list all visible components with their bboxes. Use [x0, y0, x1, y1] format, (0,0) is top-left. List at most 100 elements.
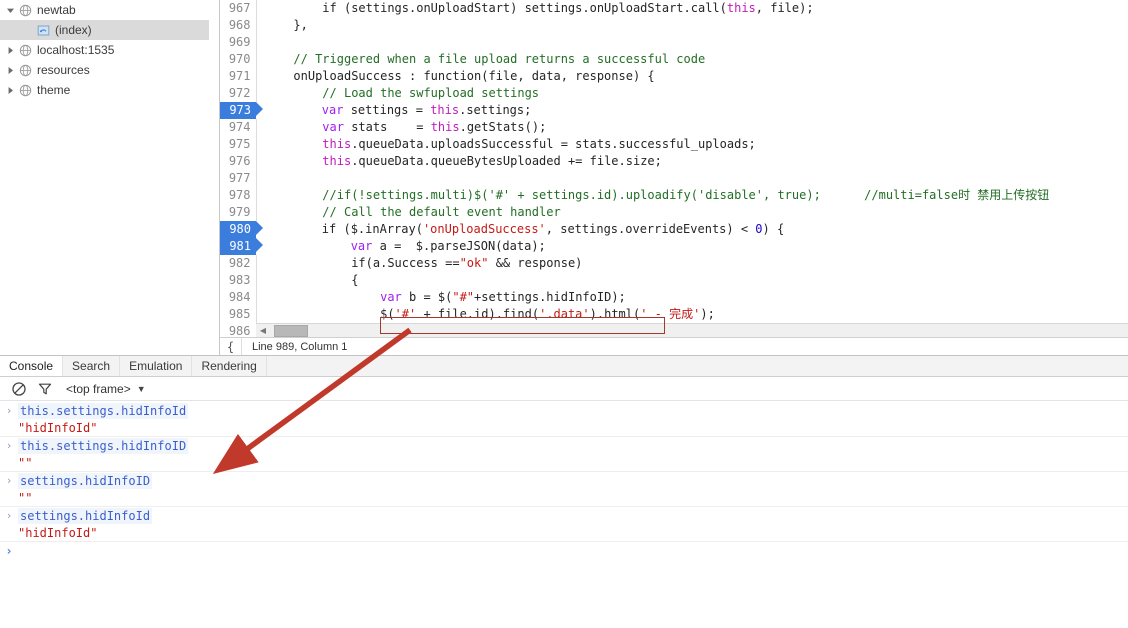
console-expression: settings.hidInfoId [18, 508, 153, 524]
drawer-tab-rendering[interactable]: Rendering [192, 356, 267, 376]
line-number[interactable]: 968 [220, 17, 257, 34]
console-input-row[interactable]: › settings.hidInfoID [0, 472, 1128, 490]
breakpoint-marker[interactable]: 980 [220, 221, 263, 238]
code-text[interactable]: this.queueData.queueBytesUploaded += fil… [256, 153, 1128, 170]
code-line: 969 [220, 34, 1128, 51]
disclosure-triangle-icon[interactable] [4, 84, 16, 96]
code-line: 980 if ($.inArray('onUploadSuccess', set… [220, 221, 1128, 238]
editor-status-bar: { } Line 989, Column 1 [220, 337, 1128, 355]
code-text[interactable]: if(a.Success =="ok" && response) [256, 255, 1128, 272]
code-line: 983 { [220, 272, 1128, 289]
drawer-tab-console[interactable]: Console [0, 356, 64, 376]
chevron-down-icon: ▼ [136, 383, 146, 394]
line-number[interactable]: 967 [220, 0, 257, 17]
code-editor[interactable]: 967 if (settings.onUploadStart) settings… [220, 0, 1128, 355]
console-expression: this.settings.hidInfoId [18, 403, 189, 419]
code-line: 984 var b = $("#"+settings.hidInfoID); [220, 289, 1128, 306]
tree-item-label: newtab [37, 3, 76, 17]
scrollbar-thumb[interactable] [274, 324, 308, 337]
code-text[interactable]: this.queueData.uploadsSuccessful = stats… [256, 136, 1128, 153]
tree-item-resources[interactable]: resources [0, 60, 219, 80]
globe-icon [18, 3, 32, 17]
tree-item-newtab[interactable]: newtab [0, 0, 219, 20]
breakpoint-marker[interactable]: 981 [220, 238, 263, 255]
line-number[interactable]: 974 [220, 119, 257, 136]
globe-icon [18, 43, 32, 57]
line-number[interactable]: 982 [220, 255, 257, 272]
navigator-sidebar[interactable]: newtab (index) localhost:1535 resources them… [0, 0, 220, 355]
code-line: 967 if (settings.onUploadStart) settings… [220, 0, 1128, 17]
console-input-row[interactable]: › this.settings.hidInfoId [0, 402, 1128, 420]
frame-label: <top frame> [66, 381, 131, 396]
disclosure-triangle-icon[interactable] [4, 64, 16, 76]
console-message-list[interactable]: › this.settings.hidInfoId "hidInfoId" › this… [0, 402, 1128, 628]
tree-item-label: localhost:1535 [37, 43, 115, 57]
globe-icon [18, 83, 32, 97]
code-text[interactable]: var stats = this.getStats(); [256, 119, 1128, 136]
line-number[interactable]: 970 [220, 51, 257, 68]
code-scroll-area[interactable]: 967 if (settings.onUploadStart) settings… [220, 0, 1128, 337]
console-output-value: "hidInfoId" [18, 421, 98, 435]
breakpoint-marker[interactable]: 973 [220, 102, 263, 119]
line-number[interactable]: 978 [220, 187, 257, 204]
tree-item-theme[interactable]: theme [0, 80, 219, 100]
code-line: 973 var settings = this.settings; [220, 102, 1128, 119]
drawer-tab-bar[interactable]: Console Search Emulation Rendering [0, 356, 1128, 377]
console-input-row[interactable]: › this.settings.hidInfoID [0, 437, 1128, 455]
editor-horizontal-scrollbar[interactable]: ◀ [256, 323, 1128, 337]
code-text[interactable]: //if(!settings.multi)$('#' + settings.id… [256, 187, 1128, 204]
file-tree[interactable]: newtab (index) localhost:1535 resources them… [0, 0, 219, 100]
code-text[interactable]: var b = $("#"+settings.hidInfoID); [256, 289, 1128, 306]
clear-console-icon[interactable] [6, 379, 32, 399]
code-line: 971 onUploadSuccess : function(file, dat… [220, 68, 1128, 85]
code-lines-table: 967 if (settings.onUploadStart) settings… [220, 0, 1128, 337]
filter-icon[interactable] [32, 379, 58, 399]
devtools-window: newtab (index) localhost:1535 resources them… [0, 0, 1128, 628]
console-toolbar: <top frame> ▼ [0, 377, 1128, 401]
code-line: 979 // Call the default event handler [220, 204, 1128, 221]
drawer-tab-emulation[interactable]: Emulation [120, 356, 193, 376]
line-number[interactable]: 969 [220, 34, 257, 51]
drawer-tab-search[interactable]: Search [63, 356, 121, 376]
code-line: 974 var stats = this.getStats(); [220, 119, 1128, 136]
code-text[interactable]: var settings = this.settings; [256, 102, 1128, 119]
code-text[interactable]: // Load the swfupload settings [256, 85, 1128, 102]
code-text[interactable]: $('#' + file.id).find('.data').html(' - … [256, 306, 1128, 323]
disclosure-triangle-icon[interactable] [4, 4, 16, 16]
code-text[interactable]: if (settings.onUploadStart) settings.onU… [256, 0, 1128, 17]
console-input-row[interactable]: › settings.hidInfoId [0, 507, 1128, 525]
line-number[interactable]: 976 [220, 153, 257, 170]
console-entry: › settings.hidInfoId "hidInfoId" [0, 507, 1128, 542]
line-number[interactable]: 984 [220, 289, 257, 306]
line-number[interactable]: 979 [220, 204, 257, 221]
code-text[interactable]: // Triggered when a file upload returns … [256, 51, 1128, 68]
code-text[interactable]: { [256, 272, 1128, 289]
code-text[interactable]: if ($.inArray('onUploadSuccess', setting… [256, 221, 1128, 238]
code-line: 985 $('#' + file.id).find('.data').html(… [220, 306, 1128, 323]
code-text[interactable] [256, 34, 1128, 51]
line-number[interactable]: 975 [220, 136, 257, 153]
tree-item-localhost-1535[interactable]: localhost:1535 [0, 40, 219, 60]
code-text[interactable]: }, [256, 17, 1128, 34]
disclosure-triangle-icon[interactable] [4, 44, 16, 56]
line-number[interactable]: 985 [220, 306, 257, 323]
line-number[interactable]: 971 [220, 68, 257, 85]
code-text[interactable]: onUploadSuccess : function(file, data, r… [256, 68, 1128, 85]
code-line: 976 this.queueData.queueBytesUploaded +=… [220, 153, 1128, 170]
tree-item--index-[interactable]: (index) [0, 20, 219, 40]
pretty-print-icon[interactable]: { } [220, 337, 242, 355]
console-prompt-row[interactable]: › [0, 542, 1128, 560]
line-number[interactable]: 986 [220, 323, 257, 337]
line-number[interactable]: 972 [220, 85, 257, 102]
code-line: 970 // Triggered when a file upload retu… [220, 51, 1128, 68]
line-number[interactable]: 983 [220, 272, 257, 289]
line-number[interactable]: 977 [220, 170, 257, 187]
console-entry: › this.settings.hidInfoID "" [0, 437, 1128, 472]
code-text[interactable] [256, 170, 1128, 187]
execution-context-selector[interactable]: <top frame> ▼ [66, 382, 146, 396]
code-text[interactable]: // Call the default event handler [256, 204, 1128, 221]
sidebar-scrollbar[interactable] [209, 0, 219, 355]
code-line: 981 var a = $.parseJSON(data); [220, 238, 1128, 255]
scroll-left-arrow[interactable]: ◀ [256, 324, 270, 338]
code-text[interactable]: var a = $.parseJSON(data); [256, 238, 1128, 255]
